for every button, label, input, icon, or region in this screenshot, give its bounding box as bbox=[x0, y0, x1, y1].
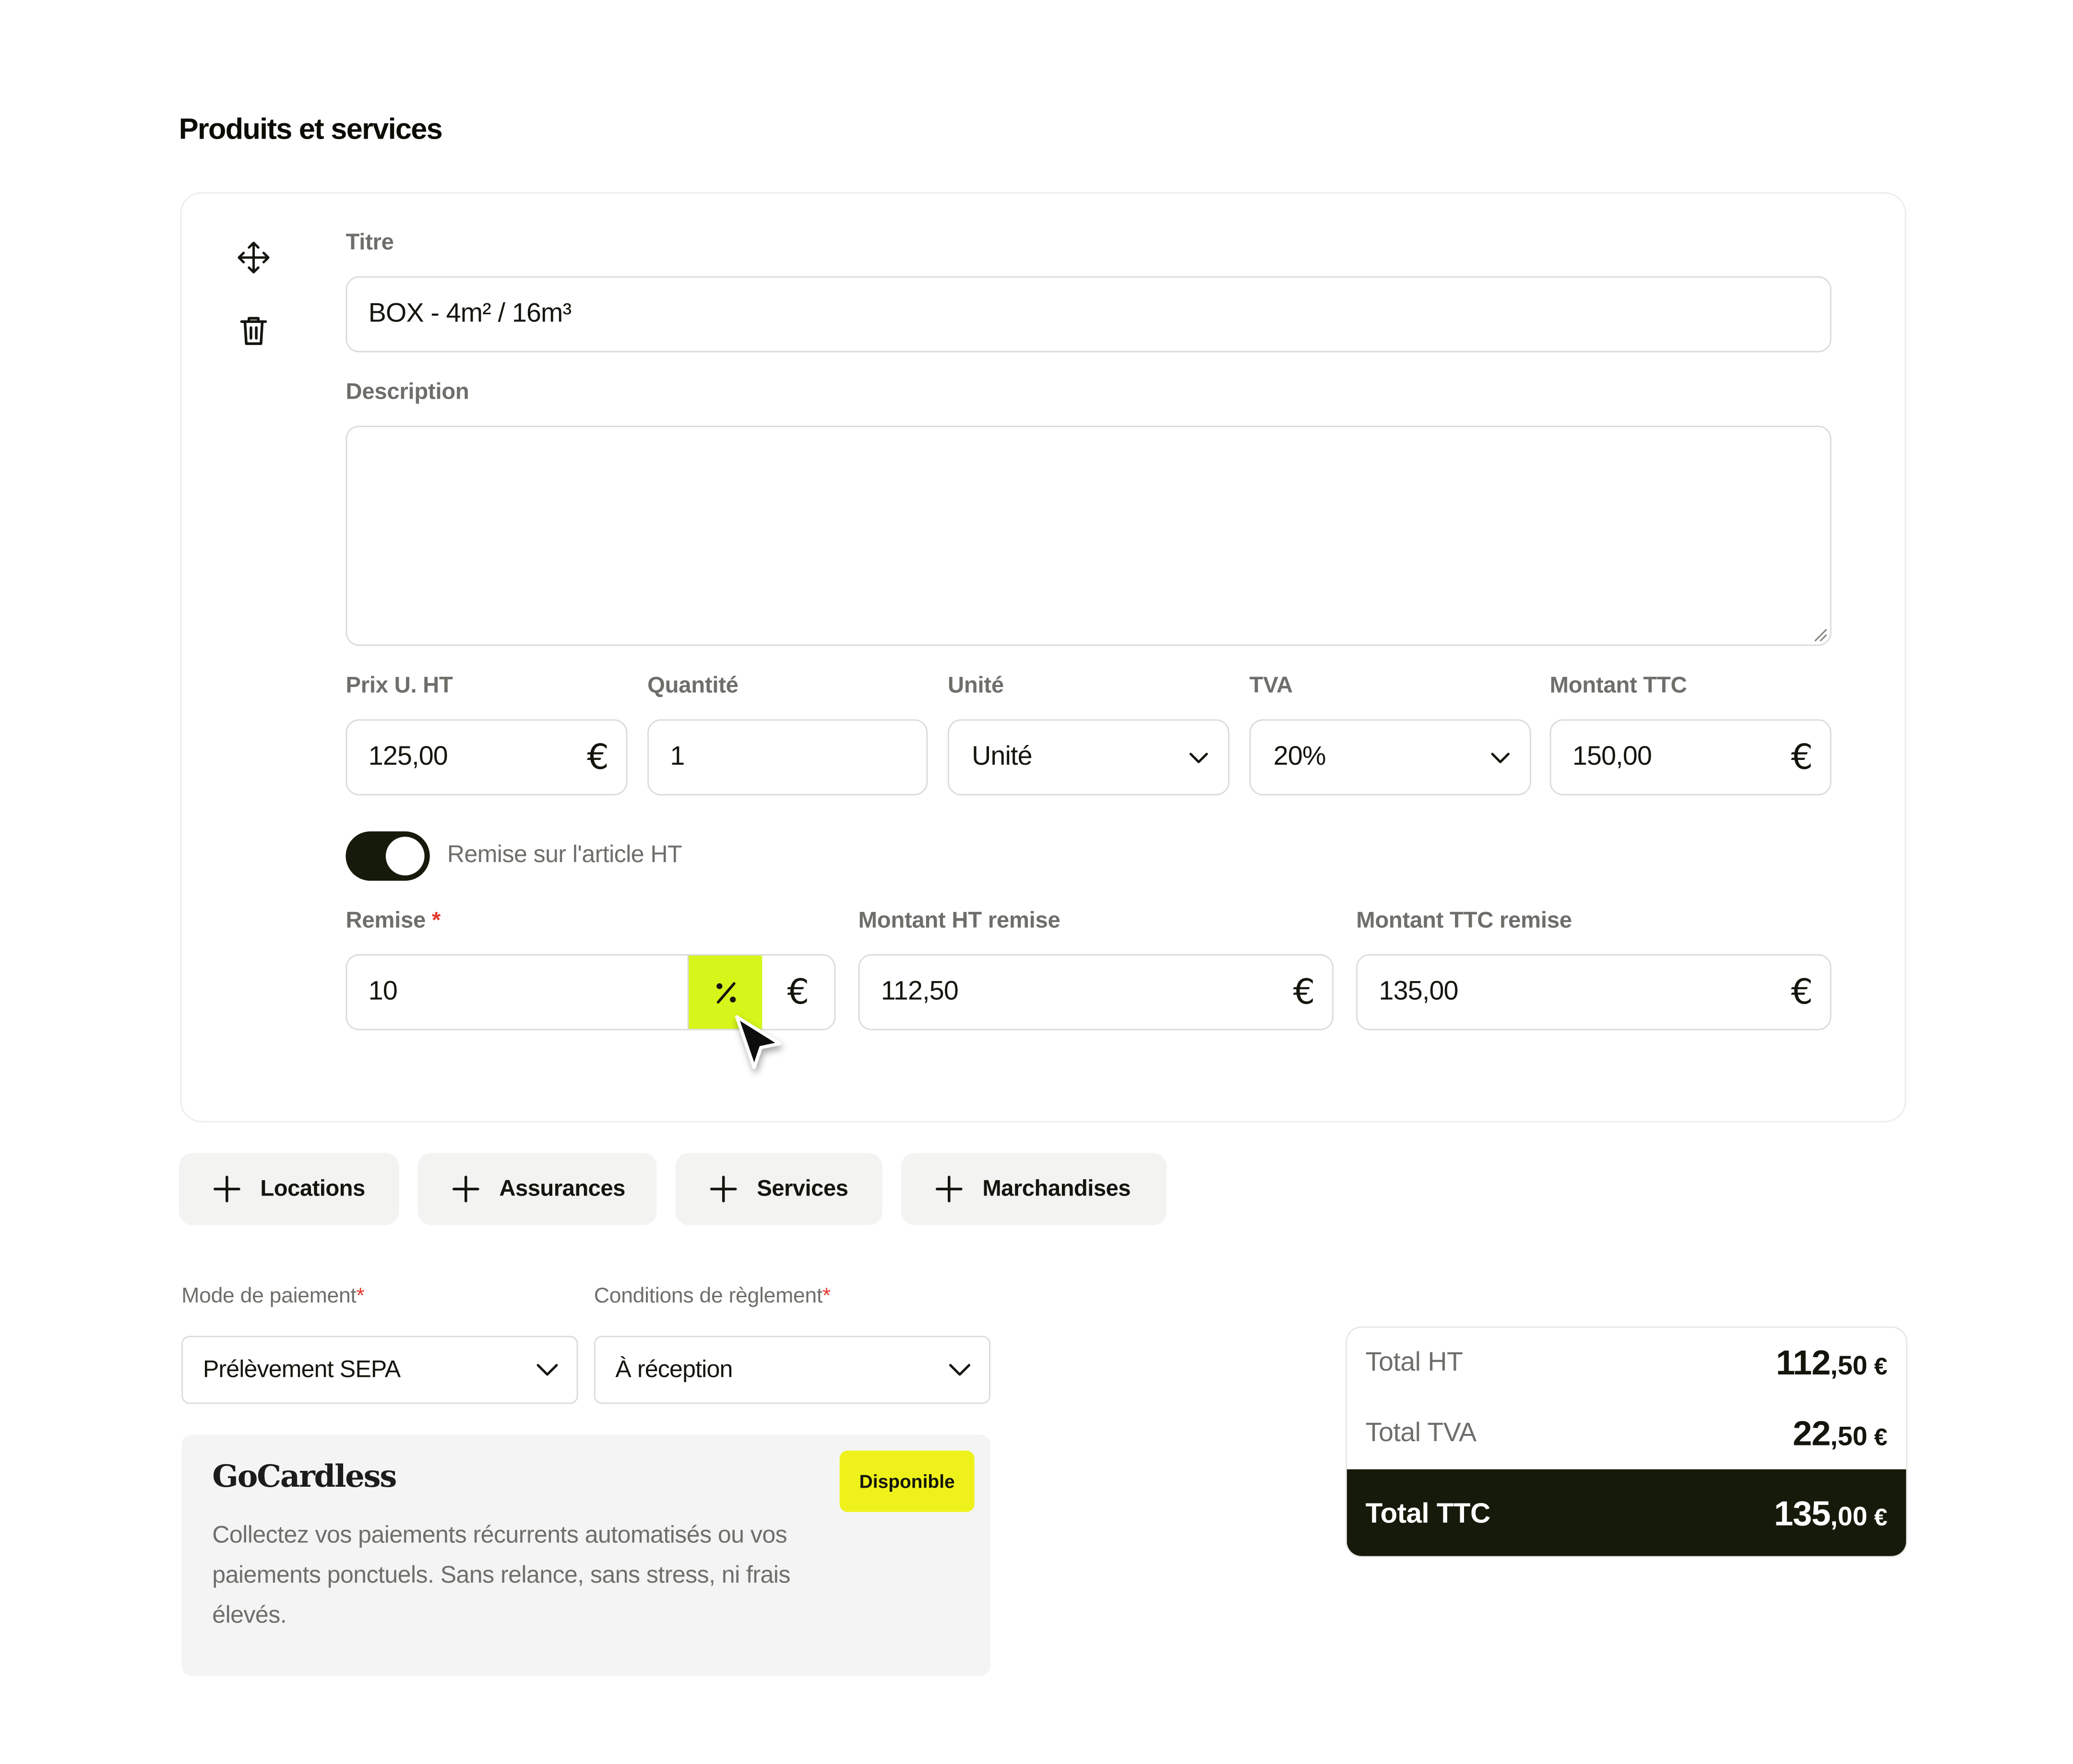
plus-icon bbox=[710, 1175, 737, 1203]
quantity-label: Quantité bbox=[647, 672, 739, 698]
chevron-down-icon bbox=[1169, 751, 1228, 764]
payment-conditions-value: À réception bbox=[615, 1356, 733, 1383]
ht-discount-input[interactable] bbox=[859, 955, 1276, 1029]
total-ht-row: Total HT 112,50 € bbox=[1347, 1328, 1906, 1397]
status-badge: Disponible bbox=[839, 1450, 975, 1512]
payment-mode-value: Prélèvement SEPA bbox=[203, 1356, 401, 1383]
description-field[interactable] bbox=[346, 426, 1832, 646]
ttc-input[interactable] bbox=[1551, 721, 1774, 794]
totals-panel: Total HT 112,50 € Total TVA 22,50 € Total … bbox=[1345, 1326, 1908, 1558]
trash-icon[interactable] bbox=[234, 311, 274, 351]
euro-suffix: € bbox=[1293, 972, 1315, 1012]
unit-select-value: Unité bbox=[972, 742, 1033, 771]
plus-icon bbox=[214, 1175, 240, 1203]
add-marchandises-button[interactable]: Marchandises bbox=[901, 1153, 1167, 1225]
cursor-pointer-icon bbox=[735, 1015, 781, 1069]
add-button-label: Marchandises bbox=[982, 1175, 1131, 1201]
payment-conditions-label: Conditions de règlement* bbox=[594, 1285, 831, 1308]
ttc-label: Montant TTC bbox=[1549, 672, 1687, 698]
add-button-label: Assurances bbox=[499, 1175, 625, 1201]
quantity-input[interactable] bbox=[648, 721, 927, 794]
unit-label: Unité bbox=[948, 672, 1004, 698]
plus-icon bbox=[935, 1175, 963, 1203]
total-ttc-label: Total TTC bbox=[1365, 1498, 1491, 1529]
discount-toggle[interactable] bbox=[346, 831, 430, 881]
quantity-field[interactable] bbox=[647, 719, 928, 795]
chevron-down-icon bbox=[930, 1362, 989, 1377]
plus-icon bbox=[452, 1175, 479, 1203]
description-textarea[interactable] bbox=[347, 427, 1830, 645]
unit-select[interactable]: Unité bbox=[948, 719, 1229, 795]
toggle-knob bbox=[385, 837, 425, 876]
total-ht-label: Total HT bbox=[1365, 1347, 1463, 1377]
payment-conditions-select[interactable]: À réception bbox=[594, 1336, 991, 1404]
title-field[interactable] bbox=[346, 276, 1832, 353]
discount-label: Remise * bbox=[346, 907, 441, 933]
price-field[interactable]: € bbox=[346, 719, 628, 795]
vat-select-value: 20% bbox=[1273, 742, 1326, 771]
description-label: Description bbox=[346, 379, 469, 404]
vat-select[interactable]: 20% bbox=[1249, 719, 1531, 795]
required-mark: * bbox=[822, 1285, 831, 1308]
ttc-discount-field[interactable]: € bbox=[1356, 954, 1832, 1030]
add-locations-button[interactable]: Locations bbox=[179, 1153, 399, 1225]
gocardless-description: Collectez vos paiements récurrents autom… bbox=[212, 1521, 790, 1628]
ttc-field[interactable]: € bbox=[1549, 719, 1832, 795]
resize-grip-icon[interactable] bbox=[1811, 626, 1827, 642]
total-ttc-row: Total TTC 135,00 € bbox=[1346, 1469, 1906, 1556]
euro-suffix: € bbox=[587, 737, 609, 778]
add-services-button[interactable]: Services bbox=[675, 1153, 882, 1225]
discount-toggle-label: Remise sur l'article HT bbox=[447, 841, 682, 868]
discount-input[interactable] bbox=[347, 955, 688, 1029]
title-label: Titre bbox=[346, 229, 394, 255]
payment-mode-label: Mode de paiement* bbox=[181, 1285, 365, 1308]
vat-label: TVA bbox=[1249, 672, 1293, 698]
gocardless-panel: GoCardless Disponible Collectez vos paie… bbox=[181, 1434, 991, 1676]
ttc-discount-input[interactable] bbox=[1357, 955, 1774, 1029]
total-tva-label: Total TVA bbox=[1365, 1418, 1477, 1447]
euro-suffix: € bbox=[1791, 972, 1813, 1012]
total-ttc-value: 135,00 € bbox=[1774, 1493, 1888, 1534]
gocardless-logo: GoCardless bbox=[212, 1458, 397, 1495]
ht-discount-label: Montant HT remise bbox=[858, 907, 1060, 933]
section-title: Produits et services bbox=[179, 112, 443, 146]
total-ht-value: 112,50 € bbox=[1775, 1341, 1888, 1382]
percent-icon bbox=[715, 981, 735, 1003]
price-label: Prix U. HT bbox=[346, 672, 453, 698]
price-input[interactable] bbox=[347, 721, 570, 794]
add-button-label: Locations bbox=[260, 1175, 365, 1201]
title-input[interactable] bbox=[347, 277, 1830, 351]
ttc-discount-label: Montant TTC remise bbox=[1356, 907, 1572, 933]
total-tva-row: Total TVA 22,50 € bbox=[1347, 1398, 1906, 1468]
add-assurances-button[interactable]: Assurances bbox=[417, 1153, 657, 1225]
total-tva-value: 22,50 € bbox=[1792, 1412, 1888, 1453]
add-button-label: Services bbox=[757, 1175, 848, 1201]
required-mark: * bbox=[431, 907, 441, 933]
required-mark: * bbox=[356, 1285, 365, 1308]
ht-discount-field[interactable]: € bbox=[858, 954, 1334, 1030]
move-icon[interactable] bbox=[234, 237, 274, 277]
chevron-down-icon bbox=[518, 1362, 576, 1377]
chevron-down-icon bbox=[1471, 751, 1529, 764]
invoice-products-section: Produits et services Titre Description P… bbox=[0, 0, 2073, 1764]
euro-suffix: € bbox=[1791, 737, 1813, 778]
payment-mode-select[interactable]: Prélèvement SEPA bbox=[181, 1336, 578, 1404]
